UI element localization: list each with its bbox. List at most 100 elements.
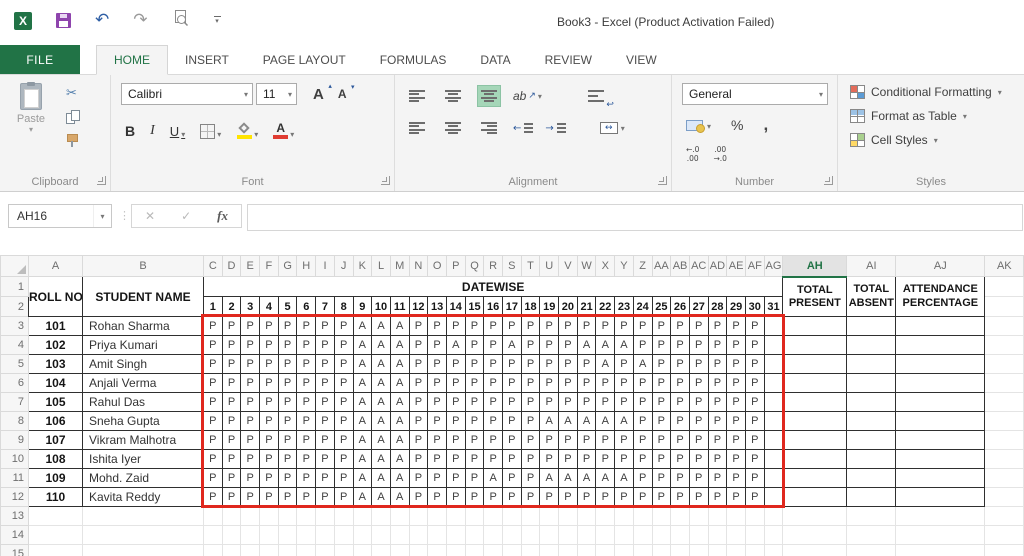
- cell-V5[interactable]: P: [558, 354, 578, 374]
- cell-K7[interactable]: A: [352, 392, 373, 412]
- name-box[interactable]: AH16 ▾: [8, 204, 112, 228]
- cell-AA14[interactable]: [651, 525, 672, 545]
- cell-AK1[interactable]: [984, 276, 1024, 297]
- cell-H4[interactable]: P: [296, 335, 317, 355]
- cell-AG13[interactable]: [763, 506, 784, 526]
- cell-AA10[interactable]: P: [651, 449, 672, 469]
- cell-C15[interactable]: [203, 544, 223, 556]
- cell-Z4[interactable]: P: [632, 335, 653, 355]
- column-header-AI[interactable]: AI: [846, 255, 897, 277]
- cell-X15[interactable]: [595, 544, 616, 556]
- cell-L13[interactable]: [371, 506, 391, 526]
- cell-D4[interactable]: P: [221, 335, 242, 355]
- cell-AC2[interactable]: 27: [688, 296, 709, 317]
- cell-K4[interactable]: A: [352, 335, 373, 355]
- column-header-W[interactable]: W: [576, 255, 597, 277]
- cell-T15[interactable]: [520, 544, 541, 556]
- column-header-AF[interactable]: AF: [744, 255, 765, 277]
- tab-home[interactable]: HOME: [96, 45, 168, 75]
- cell-Y10[interactable]: P: [614, 449, 634, 469]
- cell-AJ5[interactable]: [895, 354, 986, 374]
- cell-Q12[interactable]: P: [464, 487, 485, 507]
- tab-data[interactable]: DATA: [463, 45, 527, 74]
- cell-Y14[interactable]: [614, 525, 634, 545]
- cell-I14[interactable]: [315, 525, 335, 545]
- cell-C9[interactable]: P: [203, 430, 223, 450]
- cell-T8[interactable]: P: [520, 411, 541, 431]
- cell-AF8[interactable]: P: [744, 411, 765, 431]
- row-header-11[interactable]: 11: [0, 468, 29, 488]
- cell-AE12[interactable]: P: [726, 487, 746, 507]
- cell-AH9[interactable]: [782, 430, 848, 450]
- cell-R4[interactable]: P: [483, 335, 503, 355]
- row-header-13[interactable]: 13: [0, 506, 29, 526]
- cell-L2[interactable]: 10: [371, 296, 391, 317]
- cell-W9[interactable]: P: [576, 430, 597, 450]
- cell-AD13[interactable]: [707, 506, 728, 526]
- cell-E8[interactable]: P: [240, 411, 261, 431]
- cell-J7[interactable]: P: [333, 392, 354, 412]
- cell-AB2[interactable]: 26: [670, 296, 690, 317]
- cell-S13[interactable]: [502, 506, 522, 526]
- cell-E14[interactable]: [240, 525, 261, 545]
- cell-I5[interactable]: P: [315, 354, 335, 374]
- cell-W14[interactable]: [576, 525, 597, 545]
- cell-U4[interactable]: P: [539, 335, 560, 355]
- cell-I9[interactable]: P: [315, 430, 335, 450]
- column-header-Y[interactable]: Y: [614, 255, 634, 277]
- cell-AH4[interactable]: [782, 335, 848, 355]
- cell-V14[interactable]: [558, 525, 578, 545]
- cell-AB12[interactable]: P: [670, 487, 690, 507]
- cell-AD15[interactable]: [707, 544, 728, 556]
- cell-F6[interactable]: P: [259, 373, 279, 393]
- cell-K10[interactable]: A: [352, 449, 373, 469]
- cell-AE15[interactable]: [726, 544, 746, 556]
- cell-AI3[interactable]: [846, 316, 897, 336]
- cell-AA6[interactable]: P: [651, 373, 672, 393]
- cell-N7[interactable]: P: [408, 392, 429, 412]
- cell-AH8[interactable]: [782, 411, 848, 431]
- cell-F15[interactable]: [259, 544, 279, 556]
- cell-K9[interactable]: A: [352, 430, 373, 450]
- cell-AJ15[interactable]: [895, 544, 986, 556]
- cell-M15[interactable]: [389, 544, 410, 556]
- cell-T11[interactable]: P: [520, 468, 541, 488]
- tab-file[interactable]: FILE: [0, 45, 80, 74]
- cell-N12[interactable]: P: [408, 487, 429, 507]
- row-header-12[interactable]: 12: [0, 487, 29, 507]
- cell-AI15[interactable]: [846, 544, 897, 556]
- cell-AK5[interactable]: [984, 354, 1024, 374]
- cell-L5[interactable]: A: [371, 354, 391, 374]
- cell-W13[interactable]: [576, 506, 597, 526]
- cell-N15[interactable]: [408, 544, 429, 556]
- cell-Z8[interactable]: P: [632, 411, 653, 431]
- cell-E6[interactable]: P: [240, 373, 261, 393]
- cell-AD11[interactable]: P: [707, 468, 728, 488]
- cell-K5[interactable]: A: [352, 354, 373, 374]
- column-header-K[interactable]: K: [352, 255, 373, 277]
- cell-X12[interactable]: P: [595, 487, 616, 507]
- cell-Y12[interactable]: P: [614, 487, 634, 507]
- customize-qat-icon[interactable]: ▾: [214, 16, 221, 25]
- cell-AB11[interactable]: P: [670, 468, 690, 488]
- cell-K11[interactable]: A: [352, 468, 373, 488]
- cell-B4[interactable]: Priya Kumari: [82, 335, 204, 355]
- column-header-S[interactable]: S: [502, 255, 522, 277]
- cell-F5[interactable]: P: [259, 354, 279, 374]
- cell-AK15[interactable]: [984, 544, 1024, 556]
- column-header-B[interactable]: B: [82, 255, 204, 277]
- cell-AK14[interactable]: [984, 525, 1024, 545]
- cell-X6[interactable]: P: [595, 373, 616, 393]
- cell-L3[interactable]: A: [371, 316, 391, 336]
- cell-AG9[interactable]: [763, 430, 784, 450]
- cell-E9[interactable]: P: [240, 430, 261, 450]
- cell-T14[interactable]: [520, 525, 541, 545]
- column-header-J[interactable]: J: [333, 255, 354, 277]
- cell-AH10[interactable]: [782, 449, 848, 469]
- cell-X13[interactable]: [595, 506, 616, 526]
- cell-Z12[interactable]: P: [632, 487, 653, 507]
- cell-C13[interactable]: [203, 506, 223, 526]
- cell-AE9[interactable]: P: [726, 430, 746, 450]
- cell-F13[interactable]: [259, 506, 279, 526]
- cell-AH12[interactable]: [782, 487, 848, 507]
